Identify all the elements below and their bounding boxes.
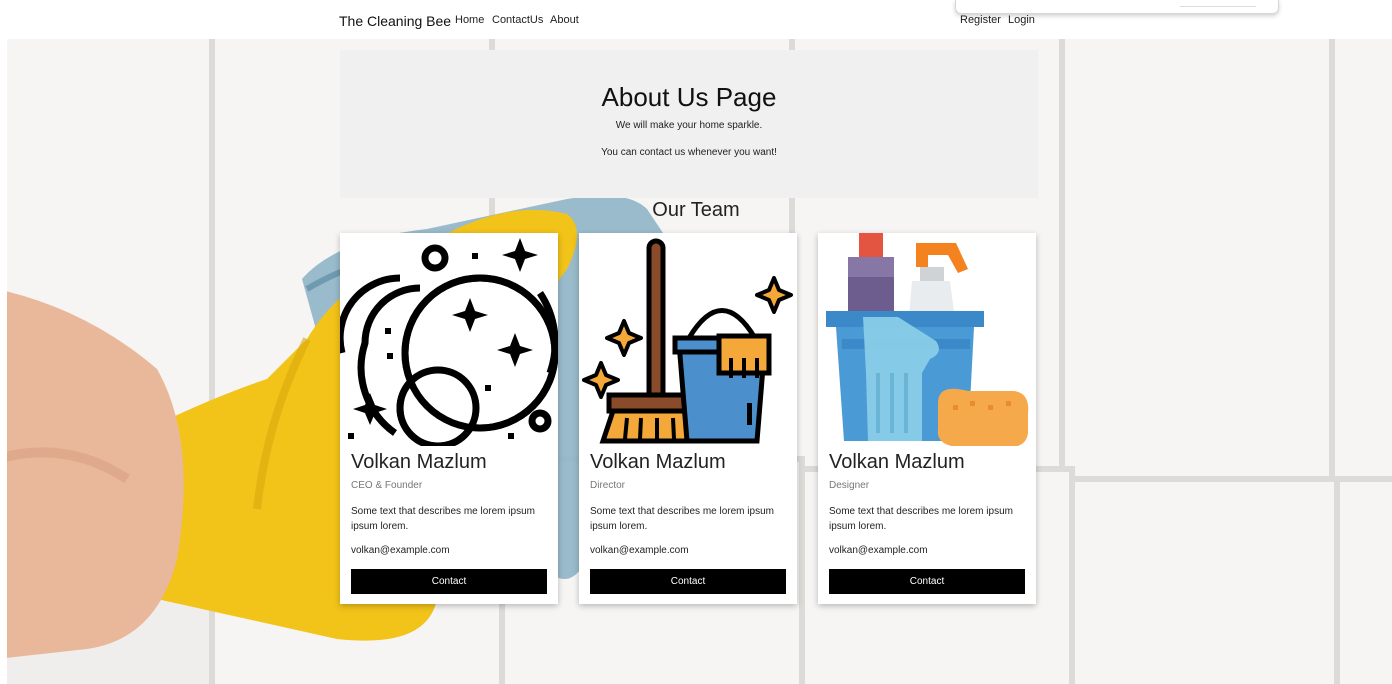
page-title: About Us Page — [601, 82, 777, 112]
broom-bucket-icon — [579, 233, 797, 446]
member-role: CEO & Founder — [351, 480, 423, 491]
member-email: volkan@example.com — [590, 545, 689, 556]
nav-link-login[interactable]: Login — [1008, 14, 1035, 26]
member-name: Volkan Mazlum — [351, 451, 487, 473]
member-role: Director — [590, 480, 626, 491]
about-jumbotron: About Us Page We will make your home spa… — [340, 50, 1038, 198]
navbar: The Cleaning Bee Home ContactUs About Re… — [0, 0, 1392, 40]
member-email: volkan@example.com — [351, 545, 450, 556]
dropdown-popup-edge — [955, 0, 1279, 14]
bubbles-icon — [340, 233, 558, 446]
member-name: Volkan Mazlum — [829, 451, 965, 473]
contact-button[interactable]: Contact — [590, 569, 786, 594]
nav-link-contactus[interactable]: ContactUs — [492, 14, 543, 26]
team-card: Volkan Mazlum Designer Some text that de… — [818, 233, 1036, 604]
contact-note: You can contact us whenever you want! — [601, 147, 777, 158]
member-description: Some text that describes me lorem ipsum … — [351, 506, 535, 532]
member-name: Volkan Mazlum — [590, 451, 726, 473]
cleaning-supplies-icon — [818, 233, 1036, 446]
contact-button[interactable]: Contact — [351, 569, 547, 594]
team-heading: Our Team — [652, 199, 740, 221]
nav-link-home[interactable]: Home — [455, 14, 484, 26]
team-card: Volkan Mazlum Director Some text that de… — [579, 233, 797, 604]
member-description: Some text that describes me lorem ipsum … — [829, 506, 1013, 532]
member-description: Some text that describes me lorem ipsum … — [590, 506, 774, 532]
nav-link-about[interactable]: About — [550, 14, 579, 26]
tagline: We will make your home sparkle. — [615, 120, 763, 131]
team-card: Volkan Mazlum CEO & Founder Some text th… — [340, 233, 558, 604]
member-email: volkan@example.com — [829, 545, 928, 556]
nav-link-register[interactable]: Register — [960, 14, 1001, 26]
brand-logo-text[interactable]: The Cleaning Bee — [339, 13, 451, 29]
contact-button[interactable]: Contact — [829, 569, 1025, 594]
member-role: Designer — [829, 480, 870, 491]
